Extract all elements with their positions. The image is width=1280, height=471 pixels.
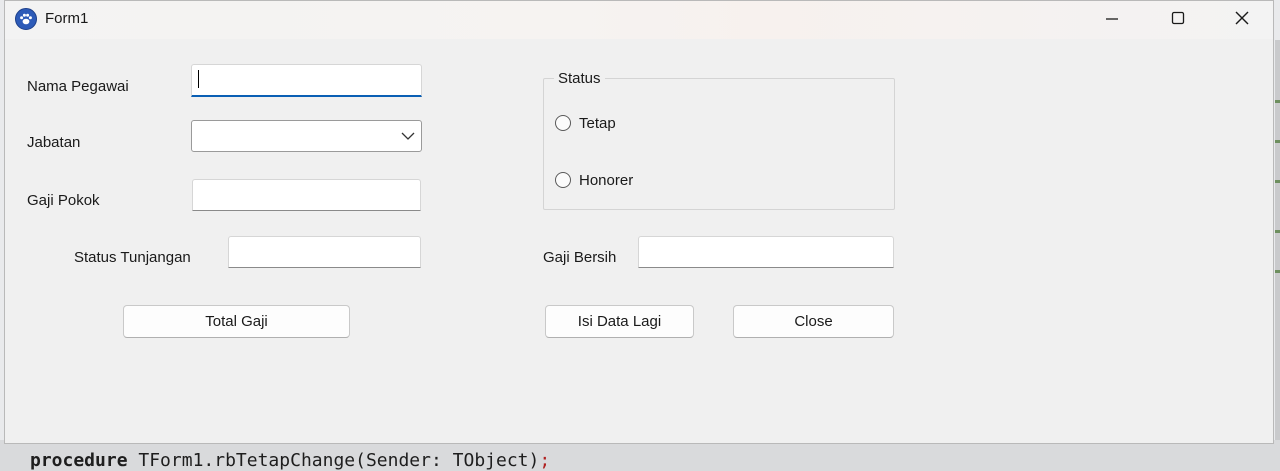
window-title: Form1: [45, 10, 89, 27]
status-tunjangan-label: Status Tunjangan: [74, 249, 191, 266]
gaji-pokok-label: Gaji Pokok: [27, 192, 100, 209]
code-text: TForm1.rbTetapChange(Sender: TObject): [127, 450, 540, 471]
background-code-line: procedure TForm1.rbTetapChange(Sender: T…: [30, 451, 550, 471]
jabatan-select[interactable]: [191, 120, 422, 152]
radio-honorer-label[interactable]: Honorer: [579, 172, 633, 189]
chevron-down-icon: [401, 132, 415, 140]
form1-window: Form1 Nama Pegawai Jabatan Gaji Pokok St…: [4, 0, 1274, 444]
ide-scroll-markers: [1275, 40, 1280, 440]
gaji-bersih-input[interactable]: [638, 236, 894, 268]
title-bar[interactable]: Form1: [5, 1, 1273, 39]
maximize-icon: [1171, 11, 1185, 25]
code-keyword: procedure: [30, 450, 128, 471]
minimize-button[interactable]: [1089, 1, 1135, 37]
nama-pegawai-label: Nama Pegawai: [27, 78, 129, 95]
status-group-title: Status: [554, 70, 605, 87]
nama-pegawai-input[interactable]: [191, 64, 422, 97]
status-tunjangan-input[interactable]: [228, 236, 421, 268]
status-groupbox: [543, 78, 895, 210]
radio-tetap-label[interactable]: Tetap: [579, 115, 616, 132]
close-button[interactable]: Close: [733, 305, 894, 338]
gaji-bersih-label: Gaji Bersih: [543, 249, 617, 266]
radio-honorer[interactable]: [555, 172, 571, 188]
close-icon: [1235, 11, 1249, 25]
form-client-area: Nama Pegawai Jabatan Gaji Pokok Status T…: [5, 39, 1273, 443]
maximize-button[interactable]: [1155, 1, 1201, 37]
radio-tetap[interactable]: [555, 115, 571, 131]
total-gaji-button[interactable]: Total Gaji: [123, 305, 350, 338]
paw-app-icon[interactable]: [15, 8, 37, 30]
close-window-button[interactable]: [1219, 1, 1265, 37]
code-punct: ;: [539, 450, 551, 471]
gaji-pokok-input[interactable]: [192, 179, 421, 211]
minimize-icon: [1106, 18, 1118, 20]
text-caret: [198, 70, 199, 88]
isi-data-lagi-button[interactable]: Isi Data Lagi: [545, 305, 694, 338]
jabatan-label: Jabatan: [27, 134, 81, 151]
